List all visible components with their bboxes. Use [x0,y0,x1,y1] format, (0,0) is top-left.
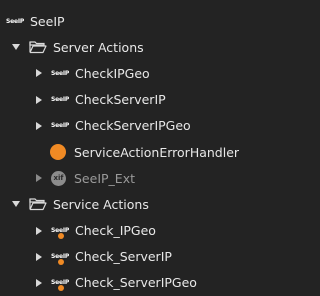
seeip-logo-badge-icon: SeeIP [51,227,69,240]
chevron-right-icon[interactable] [34,252,44,262]
chevron-right-icon[interactable] [34,121,44,131]
tree-node-serviceactionerrorhandler[interactable]: ServiceActionErrorHandler [0,139,243,165]
tree-node-label: CheckServerIPGeo [75,118,191,134]
chevron-down-icon[interactable] [11,42,21,52]
seeip-logo-badge-icon: SeeIP [51,253,69,266]
tree-node-checkipgeo[interactable]: SeeIP CheckIPGeo [0,60,243,86]
orange-badge-icon [58,233,64,240]
chevron-down-icon[interactable] [11,199,21,209]
tree-node-checkseveripgeo[interactable]: SeeIP CheckServerIPGeo [0,113,243,139]
orange-badge-icon [58,259,64,266]
tree-node-label: ServiceActionErrorHandler [74,144,240,160]
chevron-right-icon[interactable] [34,278,44,288]
chevron-right-icon[interactable] [34,226,44,236]
seeip-logo-icon: SeeIP [51,69,70,77]
seeip-logo-badge-icon: SeeIP [51,279,69,292]
tree-folder-label: Server Actions [53,39,144,55]
tree-node-check-serverip[interactable]: SeeIP Check_ServerIP [0,244,243,270]
tree-folder-service-actions[interactable]: Service Actions [0,191,243,217]
orange-dot-icon [50,144,66,161]
tree-node-label: Check_IPGeo [75,223,156,239]
seeip-logo-icon: SeeIP [51,96,70,104]
tree-node-label: SeeIP [30,13,65,29]
tree-node-label: SeeIP_Ext [74,170,135,186]
tree-node-label: CheckIPGeo [75,65,150,81]
folder-open-icon [29,197,47,211]
chevron-right-icon[interactable] [34,68,44,78]
tree-node-seeip[interactable]: SeeIP SeeIP [0,8,243,34]
tree-node-label: Check_ServerIPGeo [75,275,197,291]
chevron-right-icon[interactable] [34,173,44,183]
tree-node-check-ipgeo[interactable]: SeeIP Check_IPGeo [0,218,243,244]
tree-node-seeip-ext[interactable]: xif SeeIP_Ext [0,165,243,191]
tree-node-label: Check_ServerIP [75,249,172,265]
tree-folder-server-actions[interactable]: Server Actions [0,34,243,60]
seeip-logo-icon: SeeIP [51,122,70,130]
seeip-logo-icon: SeeIP [6,17,25,25]
tree-folder-label: Service Actions [53,196,149,212]
chevron-right-icon[interactable] [34,95,44,105]
orange-badge-icon [58,285,64,292]
folder-open-icon [29,40,47,54]
tree-node-checkserverip[interactable]: SeeIP CheckServerIP [0,87,243,113]
tree-node-check-serveripgeo[interactable]: SeeIP Check_ServerIPGeo [0,270,243,296]
module-tree: SeeIP SeeIP Server Actions SeeIP CheckIP… [0,8,243,296]
xif-icon: xif [51,170,66,186]
tree-node-label: CheckServerIP [75,92,166,108]
